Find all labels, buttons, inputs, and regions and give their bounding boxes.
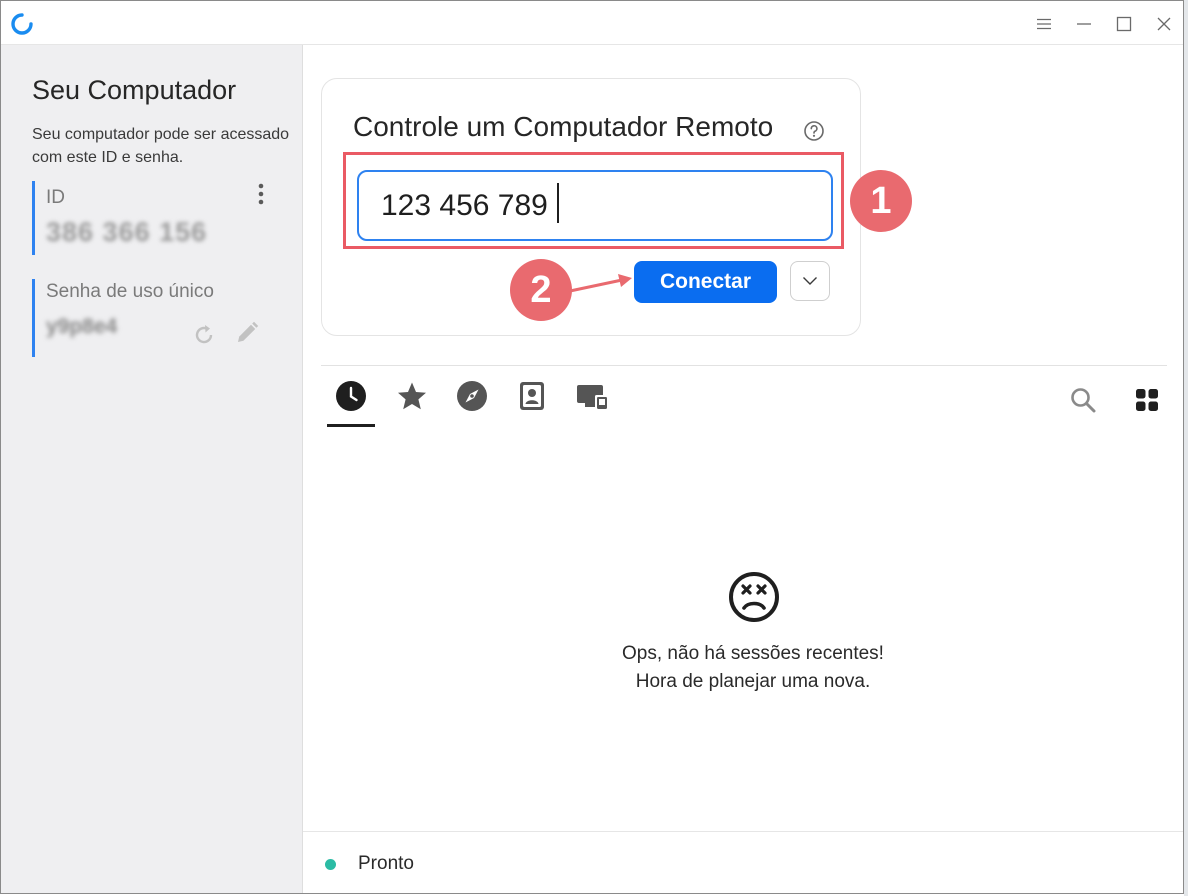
status-bar: Pronto <box>303 831 1183 893</box>
connect-options-button[interactable] <box>790 261 830 301</box>
id-field: ID 386 366 156 <box>32 181 282 255</box>
app-window: Seu Computador Seu computador pode ser a… <box>0 0 1184 894</box>
group-icon <box>577 385 607 409</box>
id-value[interactable]: 386 366 156 <box>46 217 282 248</box>
tab-favorites[interactable] <box>388 380 436 426</box>
refresh-password-icon[interactable] <box>190 321 218 349</box>
status-text: Pronto <box>358 853 414 874</box>
menu-icon[interactable] <box>1027 9 1061 39</box>
tab-address-book[interactable] <box>508 380 556 426</box>
password-field: Senha de uso único y9p8e4 <box>32 279 282 357</box>
remote-id-input[interactable] <box>357 170 833 241</box>
more-options-icon[interactable] <box>256 183 266 205</box>
tab-recent-sessions[interactable] <box>327 380 375 426</box>
search-icon[interactable] <box>1068 385 1098 415</box>
sidebar: Seu Computador Seu computador pode ser a… <box>1 45 303 893</box>
text-caret <box>557 183 559 223</box>
grid-view-icon[interactable] <box>1132 385 1162 415</box>
connect-button[interactable]: Conectar <box>634 261 777 303</box>
recent-sessions-icon <box>336 381 366 411</box>
close-icon[interactable] <box>1147 9 1181 39</box>
empty-state-line1: Ops, não há sessões recentes! <box>622 643 884 664</box>
rustdesk-logo-icon <box>11 13 33 35</box>
main-panel: Controle um Computador Remoto 1 2 Conect… <box>303 45 1183 893</box>
address-book-icon <box>520 382 544 410</box>
edit-password-icon[interactable] <box>233 319 261 347</box>
maximize-icon[interactable] <box>1107 9 1141 39</box>
password-label: Senha de uso único <box>46 281 214 302</box>
tab-discovered[interactable] <box>448 380 496 426</box>
sad-face-icon <box>729 572 779 622</box>
empty-state-line2: Hora de planejar uma nova. <box>635 671 871 692</box>
sidebar-description: Seu computador pode ser acessado com est… <box>32 126 290 166</box>
step-2-badge: 2 <box>510 259 572 321</box>
step-1-badge: 1 <box>850 170 912 232</box>
remote-control-title: Controle um Computador Remoto <box>353 111 774 142</box>
favorites-icon <box>398 382 426 410</box>
id-label: ID <box>46 187 65 208</box>
tab-group[interactable] <box>568 380 616 426</box>
remote-control-card: Controle um Computador Remoto 1 2 Conect… <box>321 78 912 336</box>
title-bar <box>1 1 1183 45</box>
section-divider <box>321 365 1167 366</box>
status-indicator <box>325 859 336 870</box>
minimize-icon[interactable] <box>1067 9 1101 39</box>
arrow-icon <box>568 274 632 293</box>
id-input-highlight <box>343 152 844 249</box>
sidebar-title: Seu Computador <box>32 75 237 105</box>
empty-state-message: Ops, não há sessões recentes! Hora de pl… <box>553 640 953 696</box>
active-tab-indicator <box>327 424 375 427</box>
chevron-down-icon <box>803 277 817 285</box>
discovered-icon <box>457 381 487 411</box>
background-edge <box>1184 0 1188 896</box>
help-icon[interactable] <box>803 120 825 142</box>
